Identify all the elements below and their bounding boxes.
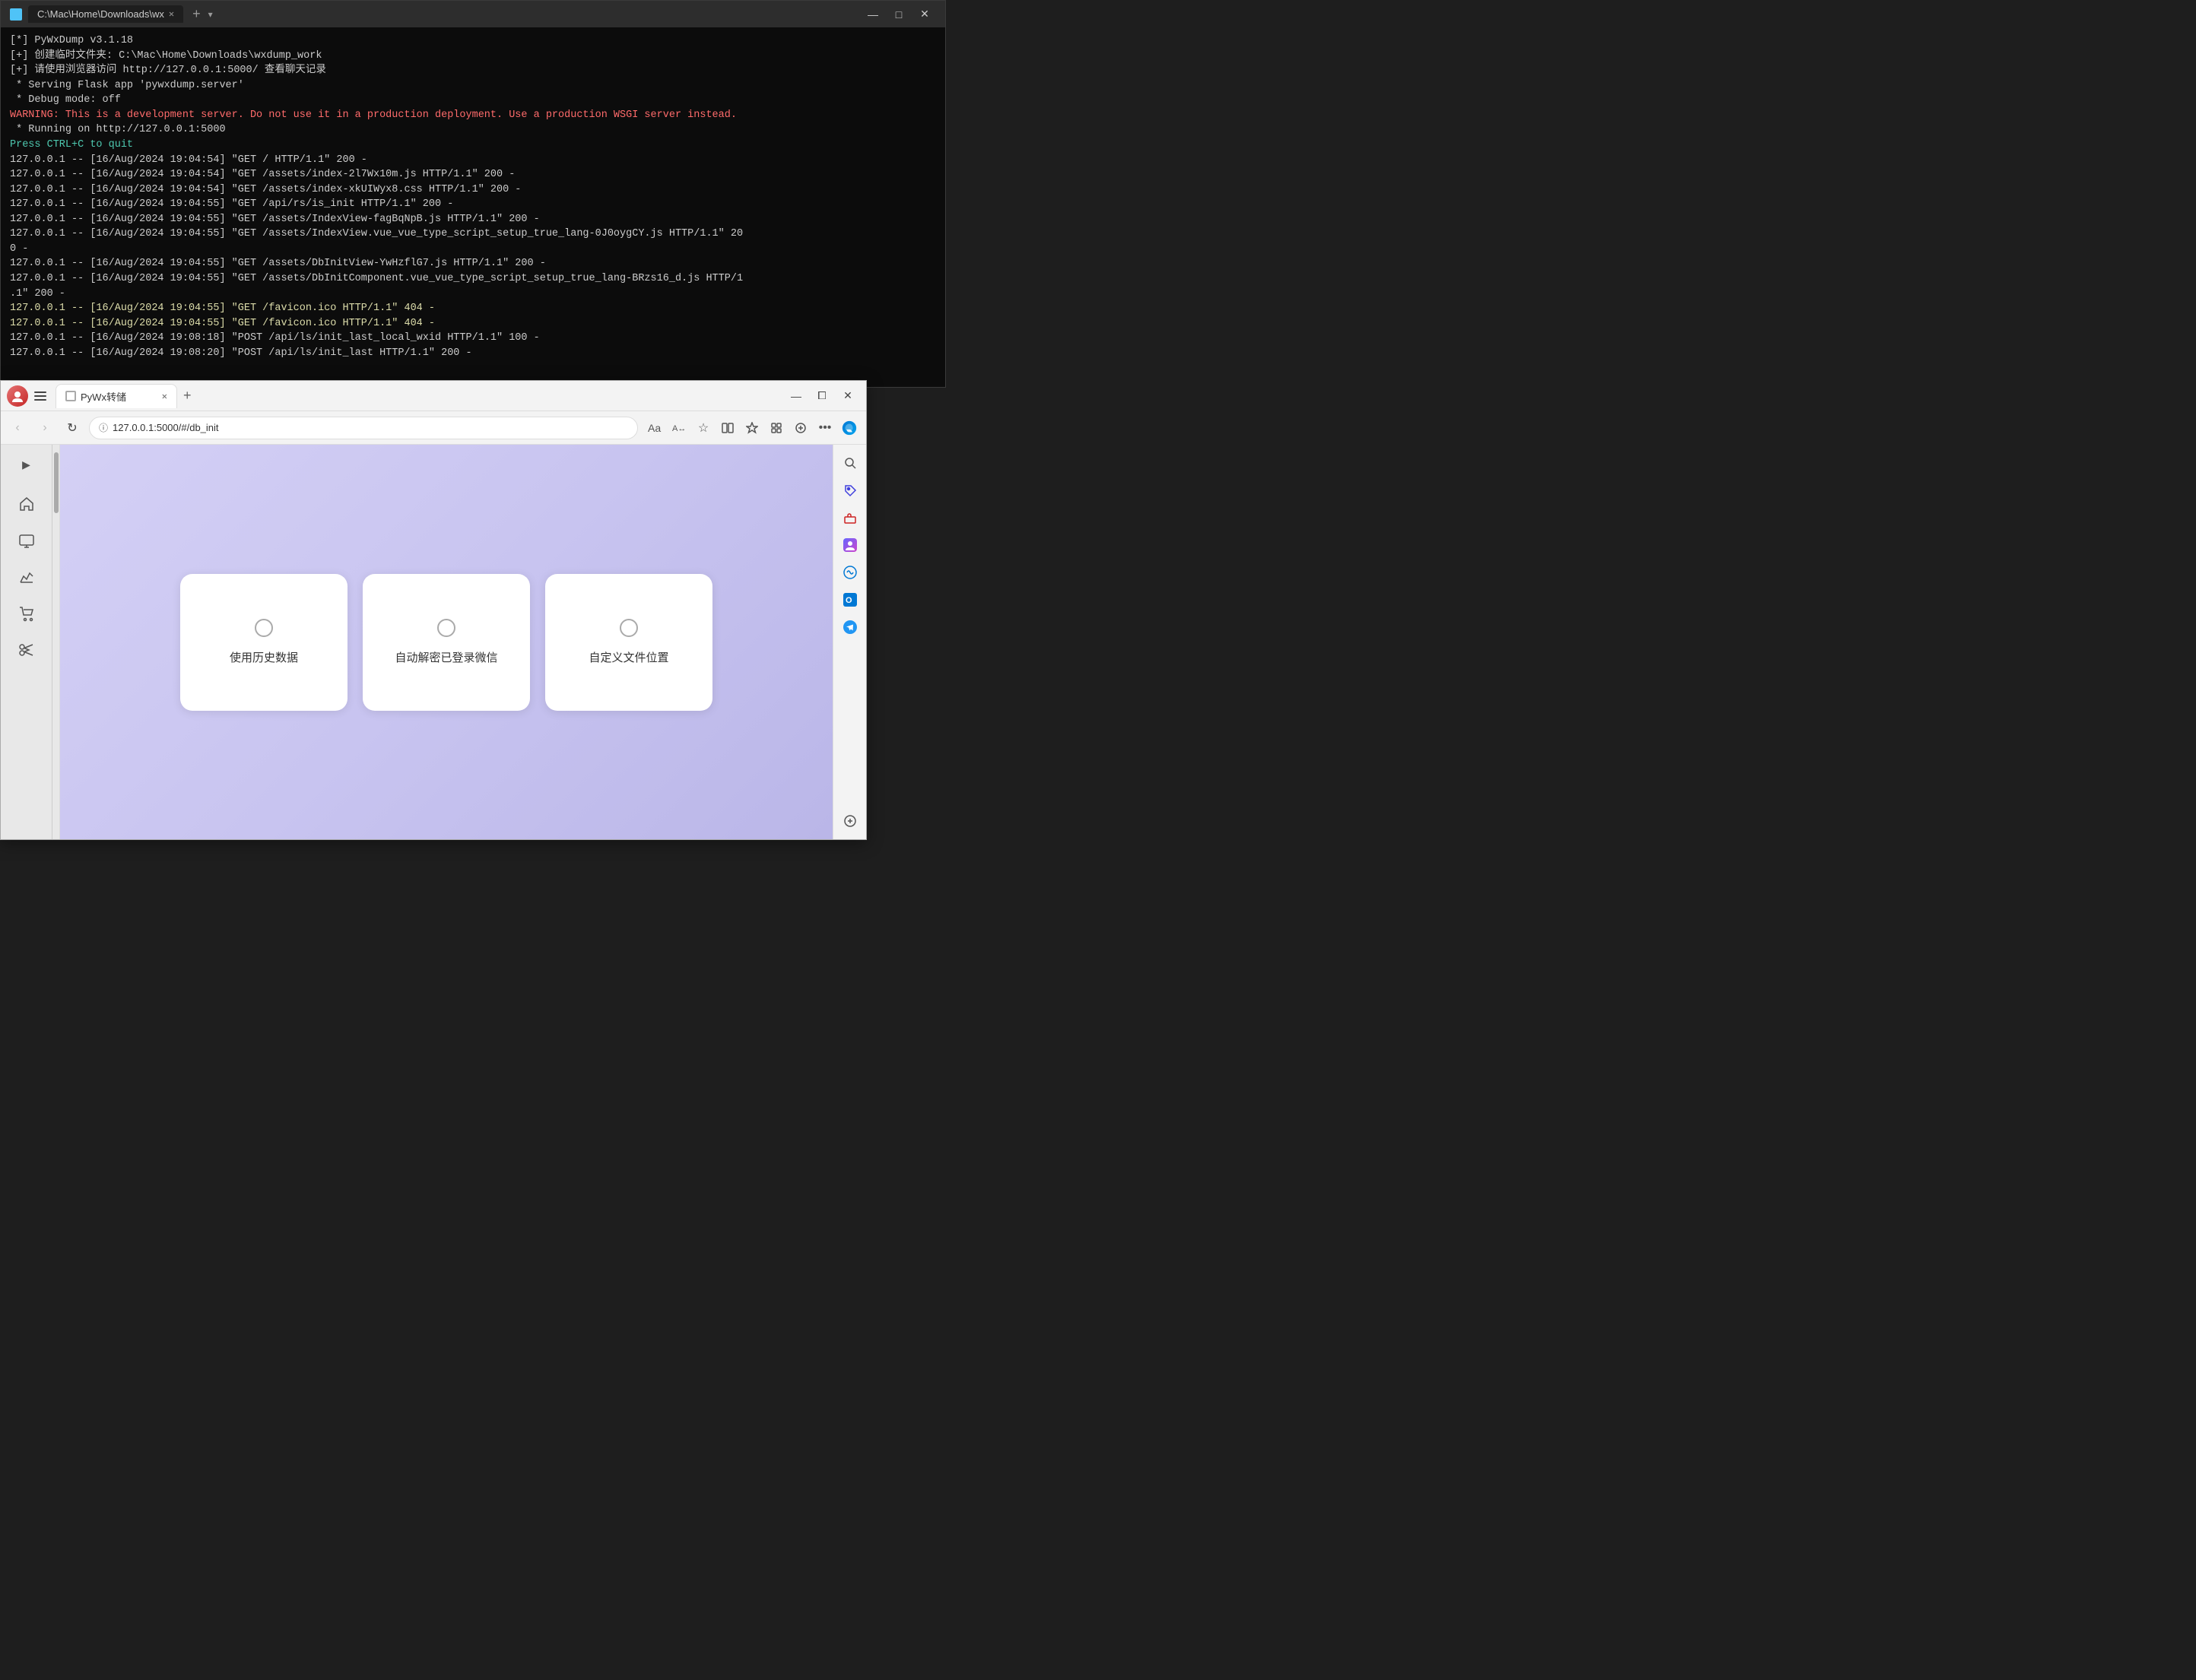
terminal-line: 0 -	[10, 242, 936, 257]
sidebar-item-cart[interactable]	[10, 597, 43, 630]
edge-sidebar-profile-button[interactable]	[838, 533, 862, 557]
edge-sidebar-outlook-button[interactable]: O	[838, 588, 862, 612]
cards-container: 使用历史数据 自动解密已登录微信 自定义文件位置	[75, 574, 817, 711]
card-history-label: 使用历史数据	[230, 649, 298, 665]
address-info-icon: ⓘ	[99, 421, 108, 434]
terminal-content: [*] PyWxDump v3.1.18 [+] 创建临时文件夹: C:\Mac…	[1, 27, 945, 387]
browser-tab-favicon-icon	[65, 391, 76, 401]
edge-sidebar-circle-button[interactable]	[838, 560, 862, 585]
terminal-new-tab-button[interactable]: +	[192, 6, 201, 22]
sidebar-item-display[interactable]	[10, 524, 43, 557]
browser-maximize-button[interactable]: ⧠	[810, 385, 834, 407]
terminal-close-button[interactable]: ✕	[913, 6, 936, 23]
browser-tab-close-icon[interactable]: ✕	[162, 391, 167, 402]
edge-sidebar-tag-button[interactable]	[838, 478, 862, 502]
terminal-line: 127.0.0.1 -- [16/Aug/2024 19:04:55] "GET…	[10, 256, 936, 271]
svg-text:Aa: Aa	[648, 422, 661, 434]
browser-tab[interactable]: PyWx转储 ✕	[56, 384, 177, 408]
browser-forward-button[interactable]: ›	[34, 417, 56, 439]
scrollbar-thumb	[54, 452, 59, 513]
browser-window: PyWx转储 ✕ + — ⧠ ✕ ‹ › ↻ ⓘ 127.0.0.1:5000/…	[0, 380, 867, 840]
edge-sidebar-toolbox-button[interactable]	[838, 506, 862, 530]
browser-close-button[interactable]: ✕	[836, 385, 860, 407]
terminal-line: [*] PyWxDump v3.1.18	[10, 33, 936, 49]
card-custom-radio[interactable]	[620, 619, 638, 637]
collections-button[interactable]	[766, 417, 787, 439]
browser-body: ▶	[1, 445, 866, 839]
svg-text:A↔: A↔	[672, 424, 686, 433]
terminal-line: * Running on http://127.0.0.1:5000	[10, 122, 936, 138]
terminal-line: * Serving Flask app 'pywxdump.server'	[10, 78, 936, 94]
terminal-line: * Debug mode: off	[10, 93, 936, 108]
edge-right-sidebar: O	[833, 445, 866, 839]
sidebar-item-home[interactable]	[10, 487, 43, 521]
terminal-line: 127.0.0.1 -- [16/Aug/2024 19:04:54] "GET…	[10, 167, 936, 182]
terminal-line: 127.0.0.1 -- [16/Aug/2024 19:04:55] "GET…	[10, 212, 936, 227]
terminal-line: [+] 请使用浏览器访问 http://127.0.0.1:5000/ 查看聊天…	[10, 63, 936, 78]
favorites-button[interactable]: ☆	[693, 417, 714, 439]
terminal-line: 127.0.0.1 -- [16/Aug/2024 19:04:54] "GET…	[10, 182, 936, 198]
terminal-window: C:\Mac\Home\Downloads\wx ✕ + ▾ — □ ✕ [*]…	[0, 0, 946, 388]
terminal-maximize-button[interactable]: □	[887, 6, 910, 23]
terminal-tab-close-icon[interactable]: ✕	[169, 8, 174, 20]
terminal-line: 127.0.0.1 -- [16/Aug/2024 19:04:55] "GET…	[10, 271, 936, 287]
address-url: 127.0.0.1:5000/#/db_init	[113, 422, 219, 433]
addressbar-actions: Aa A↔ ☆	[644, 417, 860, 439]
svg-text:O: O	[846, 596, 852, 605]
sidebar-item-analytics[interactable]	[10, 560, 43, 594]
browser-avatar	[7, 385, 28, 407]
browser-tab-label: PyWx转储	[81, 389, 126, 404]
terminal-tab-dropdown-button[interactable]: ▾	[208, 9, 213, 20]
browser-new-tab-button[interactable]: +	[183, 388, 192, 404]
edge-sidebar-add-button[interactable]	[838, 809, 862, 833]
edge-sidebar-search-button[interactable]	[838, 451, 862, 475]
terminal-favicon-icon	[10, 8, 22, 21]
translate-button[interactable]: A↔	[668, 417, 690, 439]
terminal-tab[interactable]: C:\Mac\Home\Downloads\wx ✕	[28, 5, 183, 23]
terminal-minimize-button[interactable]: —	[862, 6, 884, 23]
sidebar-expand-button[interactable]: ▶	[13, 451, 40, 478]
terminal-error-line: 127.0.0.1 -- [16/Aug/2024 19:04:55] "GET…	[10, 301, 936, 316]
terminal-line: 127.0.0.1 -- [16/Aug/2024 19:04:55] "GET…	[10, 227, 936, 242]
terminal-line: 127.0.0.1 -- [16/Aug/2024 19:08:20] "POS…	[10, 346, 936, 361]
more-options-button[interactable]: •••	[814, 417, 836, 439]
address-box[interactable]: ⓘ 127.0.0.1:5000/#/db_init	[89, 417, 638, 439]
card-auto-decrypt[interactable]: 自动解密已登录微信	[363, 574, 530, 711]
browser-sidebar: ▶	[1, 445, 52, 839]
extensions-button[interactable]	[790, 417, 811, 439]
edge-browser-icon	[839, 417, 860, 439]
terminal-warning-line: WARNING: This is a development server. D…	[10, 108, 936, 123]
terminal-line: [+] 创建临时文件夹: C:\Mac\Home\Downloads\wxdum…	[10, 49, 936, 64]
card-history-radio[interactable]	[255, 619, 273, 637]
terminal-line: 127.0.0.1 -- [16/Aug/2024 19:04:55] "GET…	[10, 197, 936, 212]
browser-minimize-button[interactable]: —	[784, 385, 808, 407]
terminal-window-controls: — □ ✕	[862, 6, 936, 23]
terminal-ctrl-line: Press CTRL+C to quit	[10, 138, 936, 153]
card-history[interactable]: 使用历史数据	[180, 574, 347, 711]
terminal-titlebar: C:\Mac\Home\Downloads\wx ✕ + ▾ — □ ✕	[1, 1, 945, 27]
terminal-error-line: 127.0.0.1 -- [16/Aug/2024 19:04:55] "GET…	[10, 316, 936, 331]
split-screen-button[interactable]	[717, 417, 738, 439]
favorites-star-button[interactable]	[741, 417, 763, 439]
sidebar-toggle-button[interactable]	[33, 387, 51, 405]
card-custom-label: 自定义文件位置	[589, 649, 668, 665]
browser-main-content: 使用历史数据 自动解密已登录微信 自定义文件位置	[60, 445, 833, 839]
card-custom-path[interactable]: 自定义文件位置	[545, 574, 712, 711]
browser-window-controls: — ⧠ ✕	[784, 385, 860, 407]
browser-back-button[interactable]: ‹	[7, 417, 28, 439]
read-aloud-button[interactable]: Aa	[644, 417, 665, 439]
terminal-line: 127.0.0.1 -- [16/Aug/2024 19:08:18] "POS…	[10, 331, 936, 346]
card-auto-label: 自动解密已登录微信	[395, 649, 497, 665]
terminal-line: 127.0.0.1 -- [16/Aug/2024 19:04:54] "GET…	[10, 153, 936, 168]
terminal-tab-label: C:\Mac\Home\Downloads\wx	[37, 8, 164, 20]
browser-refresh-button[interactable]: ↻	[62, 417, 83, 439]
browser-vertical-scrollbar[interactable]	[52, 445, 60, 839]
browser-addressbar: ‹ › ↻ ⓘ 127.0.0.1:5000/#/db_init Aa A↔ ☆	[1, 411, 866, 445]
browser-titlebar: PyWx转储 ✕ + — ⧠ ✕	[1, 381, 866, 411]
terminal-line: .1" 200 -	[10, 287, 936, 302]
edge-sidebar-telegram-button[interactable]	[838, 615, 862, 639]
sidebar-item-scissors[interactable]	[10, 633, 43, 667]
card-auto-radio[interactable]	[437, 619, 455, 637]
